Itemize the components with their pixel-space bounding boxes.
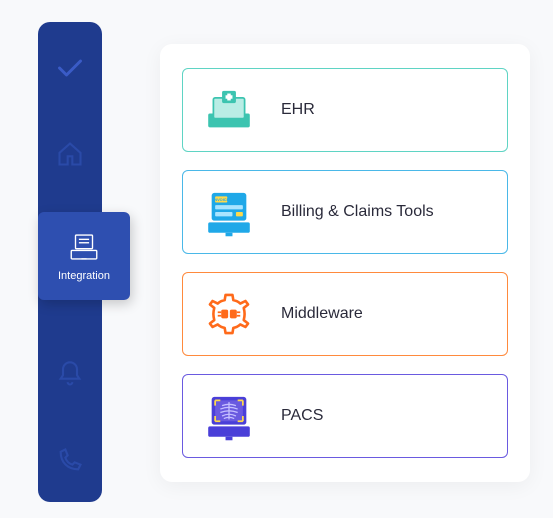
- bell-icon: [56, 360, 84, 388]
- sidebar-item-home[interactable]: [38, 126, 102, 182]
- card-ehr[interactable]: EHR: [182, 68, 508, 152]
- card-label: EHR: [281, 101, 315, 119]
- home-icon: [56, 140, 84, 168]
- integration-panel: EHR INVOICE Billing & Claims Tools: [160, 44, 530, 482]
- sidebar-item-phone[interactable]: [38, 432, 102, 488]
- card-billing[interactable]: INVOICE Billing & Claims Tools: [182, 170, 508, 254]
- billing-icon: INVOICE: [203, 186, 255, 238]
- phone-icon: [56, 446, 84, 474]
- sidebar-item-notifications[interactable]: [38, 346, 102, 402]
- ehr-icon: [203, 84, 255, 136]
- svg-text:INVOICE: INVOICE: [213, 197, 229, 202]
- card-label: Middleware: [281, 305, 363, 323]
- pacs-icon: [203, 390, 255, 442]
- card-middleware[interactable]: Middleware: [182, 272, 508, 356]
- sidebar: Integration: [38, 22, 102, 502]
- integration-icon: [67, 230, 101, 264]
- card-label: Billing & Claims Tools: [281, 203, 434, 221]
- middleware-icon: [203, 288, 255, 340]
- sidebar-item-check[interactable]: [38, 40, 102, 96]
- sidebar-item-integration[interactable]: Integration: [38, 212, 130, 300]
- card-pacs[interactable]: PACS: [182, 374, 508, 458]
- card-label: PACS: [281, 407, 323, 425]
- check-icon: [56, 54, 84, 82]
- sidebar-item-label: Integration: [58, 270, 110, 282]
